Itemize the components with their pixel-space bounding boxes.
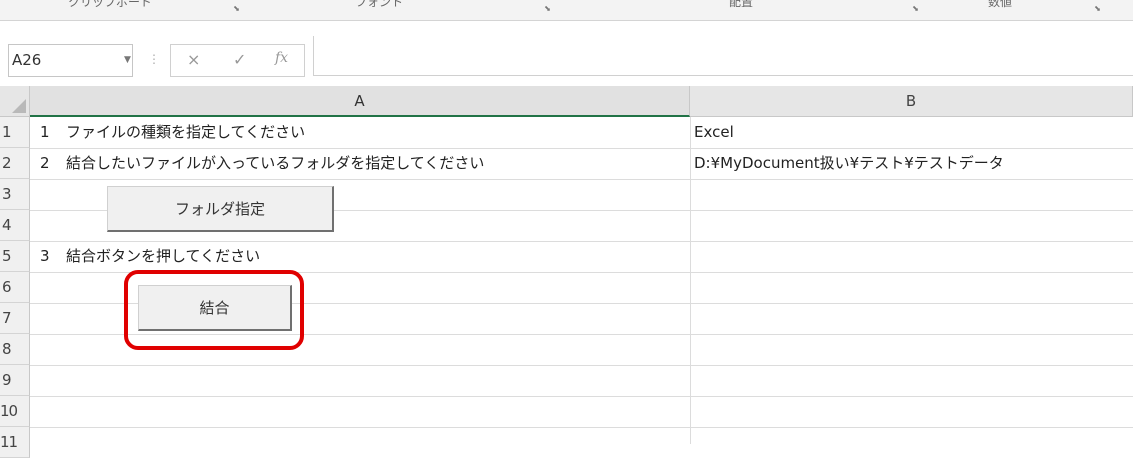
row-header-5[interactable]: 5 — [0, 241, 30, 272]
gridline — [30, 396, 1133, 397]
name-box[interactable]: A26 ▼ — [8, 44, 133, 77]
row-header-11[interactable]: 11 — [0, 427, 30, 458]
row-header-8[interactable]: 8 — [0, 334, 30, 365]
formula-bar-tools: × ✓ fx — [170, 44, 305, 77]
folder-select-button[interactable]: フォルダ指定 — [107, 186, 334, 232]
ribbon-group-clipboard: クリップボード — [68, 0, 153, 9]
cell-a1-number: 1 — [40, 123, 50, 141]
cell-a1-text[interactable]: ファイルの種類を指定してください — [66, 117, 305, 147]
function-icon[interactable]: fx — [275, 50, 288, 66]
ribbon-group-alignment: 配置 — [729, 0, 754, 9]
dialog-launcher-icon[interactable]: ⬊ — [543, 4, 552, 13]
cell-a2-number: 2 — [40, 154, 50, 172]
row-header-1[interactable]: 1 — [0, 117, 30, 148]
row-header-10[interactable]: 10 — [0, 396, 30, 427]
formula-bar-grip-icon[interactable]: ⋮ — [148, 52, 160, 66]
merge-button[interactable]: 結合 — [138, 285, 292, 331]
gridline — [30, 272, 1133, 273]
dialog-launcher-icon[interactable]: ⬊ — [1093, 4, 1102, 13]
ribbon-group-strip: クリップボード ⬊ フォント ⬊ 配置 ⬊ 数値 ⬊ — [0, 0, 1133, 21]
formula-input[interactable] — [313, 36, 1133, 76]
cell-a2-text[interactable]: 結合したいファイルが入っているフォルダを指定してください — [66, 148, 484, 178]
column-header-b[interactable]: B — [690, 86, 1133, 117]
chevron-down-icon[interactable]: ▼ — [124, 45, 131, 76]
gridline — [30, 179, 1133, 180]
name-box-value: A26 — [12, 51, 42, 69]
row-header-7[interactable]: 7 — [0, 303, 30, 334]
cell-b2[interactable]: D:¥MyDocument扱い¥テスト¥テストデータ — [694, 148, 1004, 178]
column-header-a[interactable]: A — [30, 86, 690, 117]
row-header-4[interactable]: 4 — [0, 210, 30, 241]
checkmark-icon[interactable]: ✓ — [233, 50, 246, 69]
dialog-launcher-icon[interactable]: ⬊ — [232, 4, 241, 13]
gridline — [30, 334, 1133, 335]
row-header-6[interactable]: 6 — [0, 272, 30, 303]
cancel-icon[interactable]: × — [187, 50, 200, 69]
row-header-3[interactable]: 3 — [0, 179, 30, 210]
spreadsheet-grid: A B 1 2 3 4 5 6 7 8 9 10 11 1 ファイルの種類を指定… — [0, 86, 1133, 458]
ribbon-group-number: 数値 — [988, 0, 1013, 9]
dialog-launcher-icon[interactable]: ⬊ — [911, 4, 920, 13]
gridline — [30, 427, 1133, 428]
row-header-2[interactable]: 2 — [0, 148, 30, 179]
ribbon-group-font: フォント — [355, 0, 404, 9]
select-all-corner[interactable] — [0, 86, 30, 117]
cell-a5-number: 3 — [40, 247, 50, 265]
gridline — [30, 365, 1133, 366]
cell-b1[interactable]: Excel — [694, 117, 734, 147]
gridline — [690, 117, 691, 444]
row-header-9[interactable]: 9 — [0, 365, 30, 396]
cell-a5-text[interactable]: 結合ボタンを押してください — [66, 241, 260, 271]
